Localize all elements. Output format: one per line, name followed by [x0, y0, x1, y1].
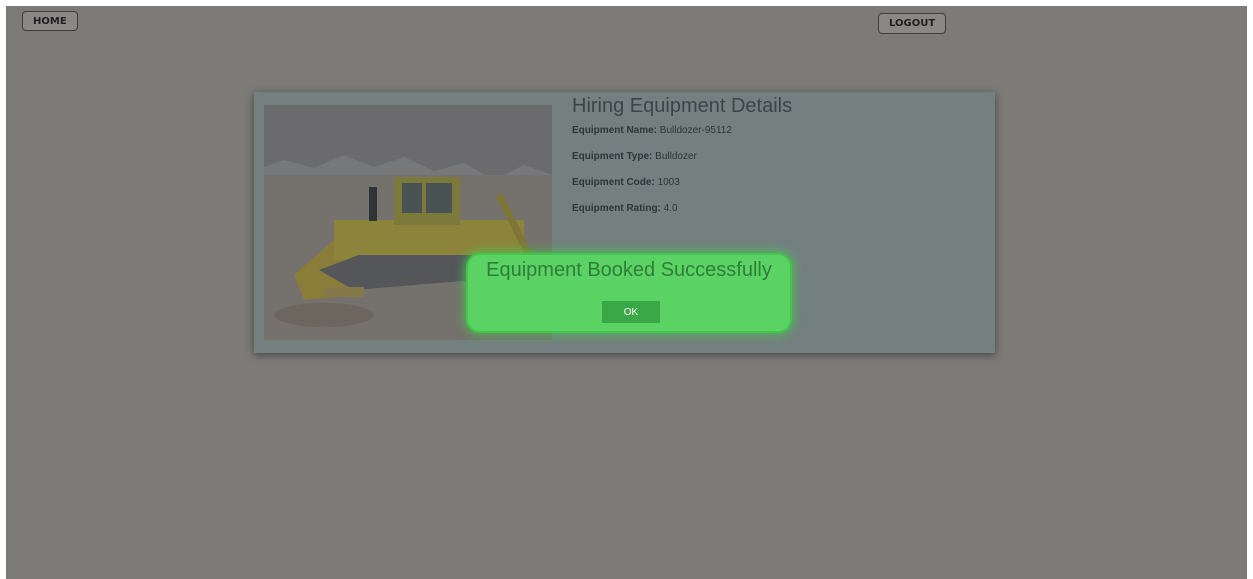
equipment-type-value: Bulldozer [655, 151, 697, 162]
equipment-rating-value: 4.0 [663, 203, 678, 214]
equipment-name-row: Equipment Name: Bulldozer-95112 [572, 125, 732, 136]
equipment-rating-label: Equipment Rating: [572, 203, 661, 214]
equipment-name-label: Equipment Name: [572, 125, 658, 136]
success-dialog: Equipment Booked Successfully OK [466, 253, 792, 333]
equipment-name-value: Bulldozer-95112 [659, 125, 732, 136]
success-message: Equipment Booked Successfully [486, 259, 772, 281]
home-button[interactable]: HOME [22, 11, 78, 31]
equipment-type-label: Equipment Type: [572, 151, 653, 162]
logout-button[interactable]: LOGOUT [878, 13, 947, 34]
equipment-code-label: Equipment Code: [572, 177, 655, 188]
ok-button[interactable]: OK [602, 301, 660, 323]
equipment-code-row: Equipment Code: 1003 [572, 177, 680, 188]
equipment-rating-row: Equipment Rating: 4.0 [572, 203, 678, 214]
equipment-code-value: 1003 [657, 177, 680, 188]
details-title: Hiring Equipment Details [572, 95, 793, 117]
equipment-type-row: Equipment Type: Bulldozer [572, 151, 697, 162]
